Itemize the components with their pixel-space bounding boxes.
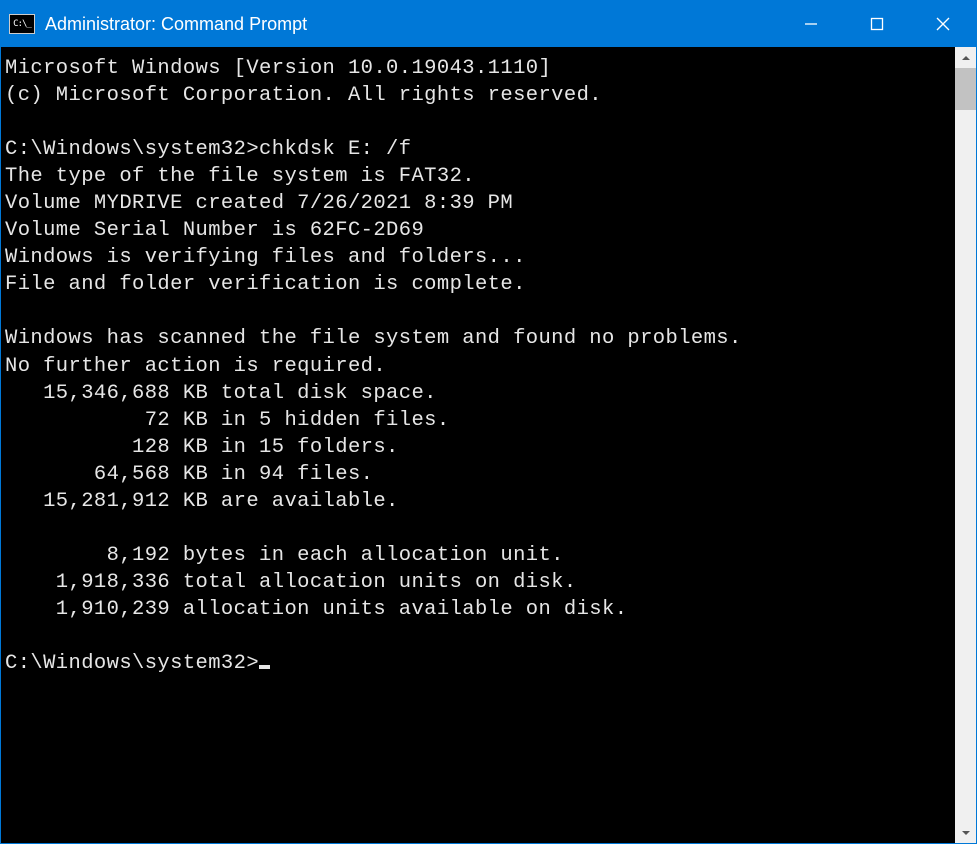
output-line: 1,910,239 allocation units available on … xyxy=(5,598,627,621)
maximize-button[interactable] xyxy=(844,1,910,47)
output-line: 128 KB in 15 folders. xyxy=(5,436,399,459)
maximize-icon xyxy=(870,17,884,31)
scroll-down-button[interactable] xyxy=(955,822,976,843)
minimize-icon xyxy=(804,17,818,31)
output-line: Microsoft Windows [Version 10.0.19043.11… xyxy=(5,57,551,80)
output-line: Windows has scanned the file system and … xyxy=(5,327,742,350)
output-line: C:\Windows\system32>chkdsk E: /f xyxy=(5,138,411,161)
scroll-up-button[interactable] xyxy=(955,47,976,68)
app-icon: C:\_ xyxy=(9,14,35,34)
output-line: (c) Microsoft Corporation. All rights re… xyxy=(5,84,602,107)
close-button[interactable] xyxy=(910,1,976,47)
content-area: Microsoft Windows [Version 10.0.19043.11… xyxy=(1,47,976,843)
cursor xyxy=(259,665,270,669)
output-line: The type of the file system is FAT32. xyxy=(5,165,475,188)
output-line: Windows is verifying files and folders..… xyxy=(5,246,526,269)
output-line: 1,918,336 total allocation units on disk… xyxy=(5,571,577,594)
scroll-track[interactable] xyxy=(955,68,976,822)
window-title: Administrator: Command Prompt xyxy=(45,14,307,35)
terminal-output[interactable]: Microsoft Windows [Version 10.0.19043.11… xyxy=(1,47,955,843)
output-line: No further action is required. xyxy=(5,355,386,378)
chevron-up-icon xyxy=(961,53,971,63)
output-line: 72 KB in 5 hidden files. xyxy=(5,409,450,432)
output-line: Volume Serial Number is 62FC-2D69 xyxy=(5,219,424,242)
output-line: 15,281,912 KB are available. xyxy=(5,490,399,513)
close-icon xyxy=(936,17,950,31)
command-prompt-window: C:\_ Administrator: Command Prompt Micro… xyxy=(0,0,977,844)
titlebar[interactable]: C:\_ Administrator: Command Prompt xyxy=(1,1,976,47)
window-controls xyxy=(778,1,976,47)
output-line: 15,346,688 KB total disk space. xyxy=(5,382,437,405)
prompt: C:\Windows\system32> xyxy=(5,652,259,675)
output-line: 8,192 bytes in each allocation unit. xyxy=(5,544,564,567)
scroll-thumb[interactable] xyxy=(955,68,976,110)
chevron-down-icon xyxy=(961,828,971,838)
output-line: File and folder verification is complete… xyxy=(5,273,526,296)
output-line: 64,568 KB in 94 files. xyxy=(5,463,373,486)
output-line: Volume MYDRIVE created 7/26/2021 8:39 PM xyxy=(5,192,513,215)
vertical-scrollbar[interactable] xyxy=(955,47,976,843)
minimize-button[interactable] xyxy=(778,1,844,47)
